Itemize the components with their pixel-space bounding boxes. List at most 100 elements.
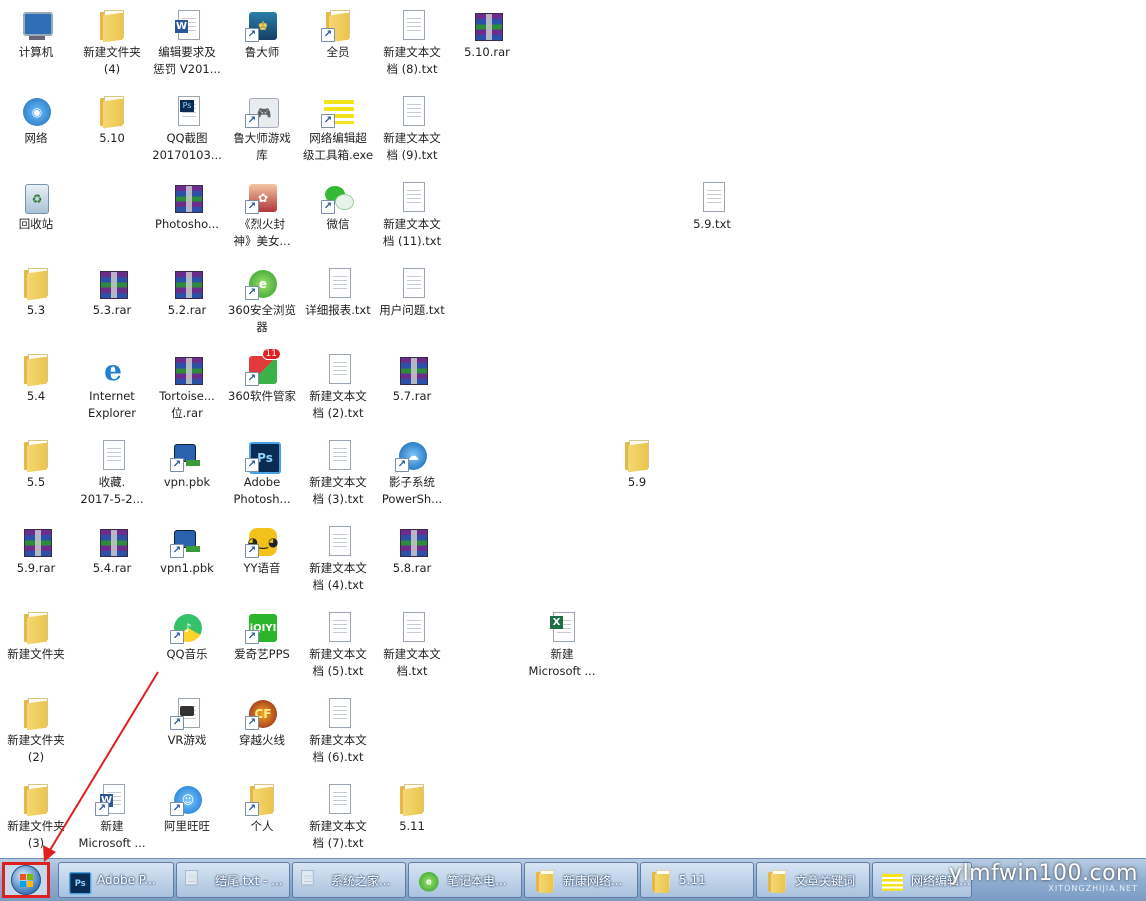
desktop-icon[interactable]: 新建文本文 档 (8).txt bbox=[370, 0, 454, 84]
shadow-system-icon: ☁ ↗ bbox=[395, 438, 429, 472]
desktop-icon[interactable]: 🎮 ↗ 鲁大师游戏 库 bbox=[220, 86, 304, 170]
folder-icon bbox=[19, 610, 53, 645]
desktop-icon[interactable]: ↗ vpn1.pbk bbox=[145, 516, 229, 600]
desktop-icon[interactable]: 新建文件夹 (4) bbox=[70, 0, 154, 84]
folder-icon bbox=[763, 868, 787, 893]
text-file-icon bbox=[395, 94, 429, 128]
desktop-icon[interactable]: 收藏. 2017-5-2... bbox=[70, 430, 154, 514]
shortcut-arrow-icon: ↗ bbox=[245, 28, 259, 42]
desktop-icon-label: 5.5 bbox=[26, 475, 46, 489]
desktop-icon[interactable]: Photosho... bbox=[145, 172, 229, 256]
desktop-icon[interactable]: 5.2.rar bbox=[145, 258, 229, 342]
desktop-icon[interactable]: Ps ↗ Adobe Photosh... bbox=[220, 430, 304, 514]
desktop-icon[interactable]: ☁ ↗ 影子系统 PowerSh... bbox=[370, 430, 454, 514]
desktop-icon[interactable]: ↗ vpn.pbk bbox=[145, 430, 229, 514]
desktop-icon[interactable]: 5.9.rar bbox=[0, 516, 78, 600]
desktop-icon[interactable]: 新建文件夹 bbox=[0, 602, 78, 686]
desktop-icon[interactable]: ◉ 网络 bbox=[0, 86, 78, 170]
desktop-icon[interactable]: 新建文本文 档 (6).txt bbox=[296, 688, 380, 772]
desktop-icon[interactable]: 5.3.rar bbox=[70, 258, 154, 342]
desktop-icon[interactable]: X 新建 Microsoft ... bbox=[520, 602, 604, 686]
internet-explorer-icon: e bbox=[104, 353, 122, 387]
desktop-icon[interactable]: ◕‿◕ ↗ YY语音 bbox=[220, 516, 304, 600]
taskbar-button[interactable]: 新康网络... bbox=[524, 862, 638, 898]
desktop-icon[interactable]: 5.9 bbox=[595, 430, 679, 514]
desktop-icon[interactable]: ↗ 网络编辑超 级工具箱.exe bbox=[296, 86, 380, 170]
desktop-icon[interactable]: 新建文本文 档 (9).txt bbox=[370, 86, 454, 170]
shortcut-arrow-icon: ↗ bbox=[95, 802, 109, 816]
taskbar-button[interactable]: Ps Adobe P... bbox=[58, 862, 174, 898]
desktop-icon[interactable]: ☺ ↗ 阿里旺旺 bbox=[145, 774, 229, 858]
desktop-icon[interactable]: CF ↗ 穿越火线 bbox=[220, 688, 304, 772]
desktop-icon-label: QQ音乐 bbox=[166, 647, 208, 661]
desktop-icon[interactable]: W ↗ 新建 Microsoft ... bbox=[70, 774, 154, 858]
desktop-icon-label: 5.3 bbox=[26, 303, 46, 317]
toolbox-icon bbox=[879, 868, 903, 892]
desktop-icon[interactable]: 5.11 bbox=[370, 774, 454, 858]
desktop-icon[interactable]: 5.10.rar bbox=[445, 0, 529, 84]
desktop-icon[interactable]: ↗ 11 360软件管家 bbox=[220, 344, 304, 428]
desktop-icon[interactable]: ↗ VR游戏 bbox=[145, 688, 229, 772]
desktop-icon[interactable]: 用户问题.txt bbox=[370, 258, 454, 342]
desktop-icon[interactable]: iQIYI ↗ 爱奇艺PPS bbox=[220, 602, 304, 686]
desktop-icon-label: Tortoise... 位.rar bbox=[159, 389, 215, 420]
desktop-icon[interactable]: 5.4 bbox=[0, 344, 78, 428]
start-button[interactable] bbox=[2, 862, 50, 898]
desktop-icon[interactable]: 新建文本文 档 (3).txt bbox=[296, 430, 380, 514]
wechat-icon: ↗ bbox=[321, 180, 355, 214]
desktop-icon[interactable]: ↗ 全员 bbox=[296, 0, 380, 84]
desktop-icon[interactable]: Ps QQ截图 20170103... bbox=[145, 86, 229, 170]
shortcut-arrow-icon: ↗ bbox=[321, 114, 335, 128]
desktop-icon[interactable]: W 编辑要求及 惩罚 V201... bbox=[145, 0, 229, 84]
taskbar-button[interactable]: e 笔记本电... bbox=[408, 862, 522, 898]
desktop-icon[interactable]: 新建文本文 档 (2).txt bbox=[296, 344, 380, 428]
desktop-icon[interactable]: 新建文件夹 (2) bbox=[0, 688, 78, 772]
folder-icon bbox=[19, 352, 53, 387]
desktop-icon[interactable]: 5.5 bbox=[0, 430, 78, 514]
desktop-icon[interactable]: 新建文件夹 (3) bbox=[0, 774, 78, 858]
taskbar-button[interactable]: 系统之家... bbox=[292, 862, 406, 898]
desktop-icon[interactable]: 5.7.rar bbox=[370, 344, 454, 428]
desktop-icon-label: 5.10 bbox=[99, 131, 125, 145]
desktop-icon[interactable]: ✿ ↗ 《烈火封 神》美女... bbox=[220, 172, 304, 256]
desktop-icon[interactable]: 详细报表.txt bbox=[296, 258, 380, 342]
desktop-icon[interactable]: e ↗ 360安全浏览 器 bbox=[220, 258, 304, 342]
desktop-icon[interactable]: 5.8.rar bbox=[370, 516, 454, 600]
desktop-icon[interactable]: 计算机 bbox=[0, 0, 78, 84]
desktop-icon[interactable]: e Internet Explorer bbox=[70, 344, 154, 428]
desktop-icon-label: 新建文本文 档 (3).txt bbox=[309, 475, 367, 506]
desktop-icon-label: 5.7.rar bbox=[392, 389, 432, 403]
desktop-icon[interactable]: ↗ 微信 bbox=[296, 172, 380, 256]
taskbar-button[interactable]: 5.11 bbox=[640, 862, 754, 898]
desktop-icon[interactable]: 新建文本文 档 (5).txt bbox=[296, 602, 380, 686]
desktop-icon[interactable]: 5.10 bbox=[70, 86, 154, 170]
desktop-icon[interactable]: ♚ ↗ 鲁大师 bbox=[220, 0, 304, 84]
photoshop-file-icon: Ps bbox=[170, 94, 204, 128]
360-browser-icon: e ↗ bbox=[245, 266, 279, 300]
desktop-icon-label: 新建文件夹 bbox=[7, 647, 65, 661]
desktop-icon-label: 新建文件夹 (4) bbox=[83, 45, 141, 76]
desktop-icon[interactable]: 新建文本文 档 (11).txt bbox=[370, 172, 454, 256]
desktop-icon-label: 穿越火线 bbox=[239, 733, 285, 747]
shortcut-arrow-icon: ↗ bbox=[170, 716, 184, 730]
desktop-icon[interactable]: 新建文本文 档 (4).txt bbox=[296, 516, 380, 600]
desktop-icon[interactable]: Tortoise... 位.rar bbox=[145, 344, 229, 428]
desktop-icon[interactable]: ↗ 个人 bbox=[220, 774, 304, 858]
desktop-icon[interactable]: 5.4.rar bbox=[70, 516, 154, 600]
folder-icon bbox=[647, 868, 671, 893]
taskbar-button[interactable]: 结尾.txt - ... bbox=[176, 862, 290, 898]
text-file-icon bbox=[321, 352, 355, 386]
taskbar-button-label: 结尾.txt - ... bbox=[215, 873, 283, 888]
desktop-icon-label: 5.9.txt bbox=[693, 217, 731, 231]
desktop-icon[interactable]: ♪ ↗ QQ音乐 bbox=[145, 602, 229, 686]
watermark-main: ylmfwin100.com bbox=[949, 861, 1138, 886]
taskbar-button[interactable]: 文章关键词 bbox=[756, 862, 870, 898]
desktop-icon[interactable]: 新建文本文 档.txt bbox=[370, 602, 454, 686]
desktop-icon[interactable]: 5.9.txt bbox=[670, 172, 754, 256]
desktop-icon-label: 5.4 bbox=[26, 389, 46, 403]
desktop-icon[interactable]: ♻ 回收站 bbox=[0, 172, 78, 256]
desktop-icon[interactable]: 新建文本文 档 (7).txt bbox=[296, 774, 380, 858]
desktop-icon[interactable]: 5.3 bbox=[0, 258, 78, 342]
shortcut-arrow-icon: ↗ bbox=[245, 458, 259, 472]
desktop-icon-label: 全员 bbox=[326, 45, 350, 59]
